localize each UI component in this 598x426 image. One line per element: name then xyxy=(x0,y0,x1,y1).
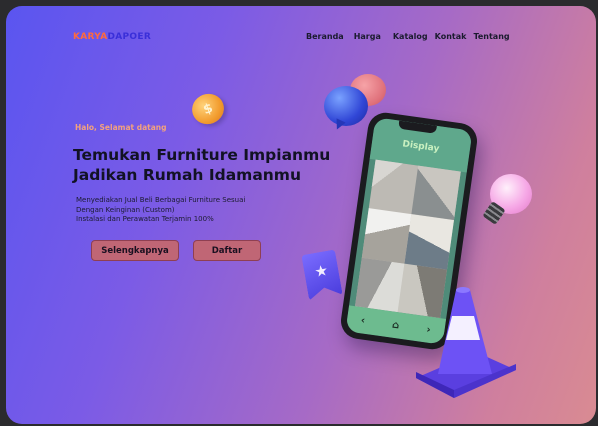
traffic-cone-icon xyxy=(416,287,516,398)
nav-item-harga[interactable]: Harga xyxy=(354,32,381,41)
nav-item-kontak[interactable]: Kontak xyxy=(435,32,467,41)
landing-page: KARYADAPOER Beranda Harga Katalog Kontak… xyxy=(6,6,596,424)
hero-title-line2: Jadikan Rumah Idamanmu xyxy=(73,166,301,184)
hero-desc-line2: Dengan Keinginan (Custom) xyxy=(76,205,175,214)
star-badge-icon: ★ xyxy=(301,249,342,300)
chat-bubble-blue-icon xyxy=(324,86,368,126)
chevron-left-icon: ‹ xyxy=(360,314,366,327)
brand-logo-part2: DAPOER xyxy=(107,32,152,42)
hero-title-line1: Temukan Furniture Impianmu xyxy=(73,146,331,164)
top-nav: Beranda Harga Katalog Kontak Tentang xyxy=(306,32,510,41)
nav-item-katalog[interactable]: Katalog xyxy=(393,32,428,41)
star-icon: ★ xyxy=(313,261,330,282)
selengkapnya-button[interactable]: Selengkapnya xyxy=(91,240,179,261)
greeting-text: Halo, Selamat datang xyxy=(75,123,167,132)
hero-description: Menyediakan Jual Beli Berbagai Furniture… xyxy=(76,196,296,225)
coin-icon: $ xyxy=(187,89,229,129)
hero-desc-line3: Instalasi dan Perawatan Terjamin 100% xyxy=(76,215,214,223)
nav-item-tentang[interactable]: Tentang xyxy=(473,32,509,41)
home-icon: ⌂ xyxy=(391,319,401,332)
hero-desc-line1: Menyediakan Jual Beli Berbagai Furniture… xyxy=(76,196,246,204)
hero-title: Temukan Furniture Impianmu Jadikan Rumah… xyxy=(73,145,333,185)
brand-logo-part1: KARYA xyxy=(73,32,108,42)
brand-logo[interactable]: KARYADAPOER xyxy=(73,32,151,42)
daftar-button[interactable]: Daftar xyxy=(193,240,261,261)
nav-item-beranda[interactable]: Beranda xyxy=(306,32,344,41)
